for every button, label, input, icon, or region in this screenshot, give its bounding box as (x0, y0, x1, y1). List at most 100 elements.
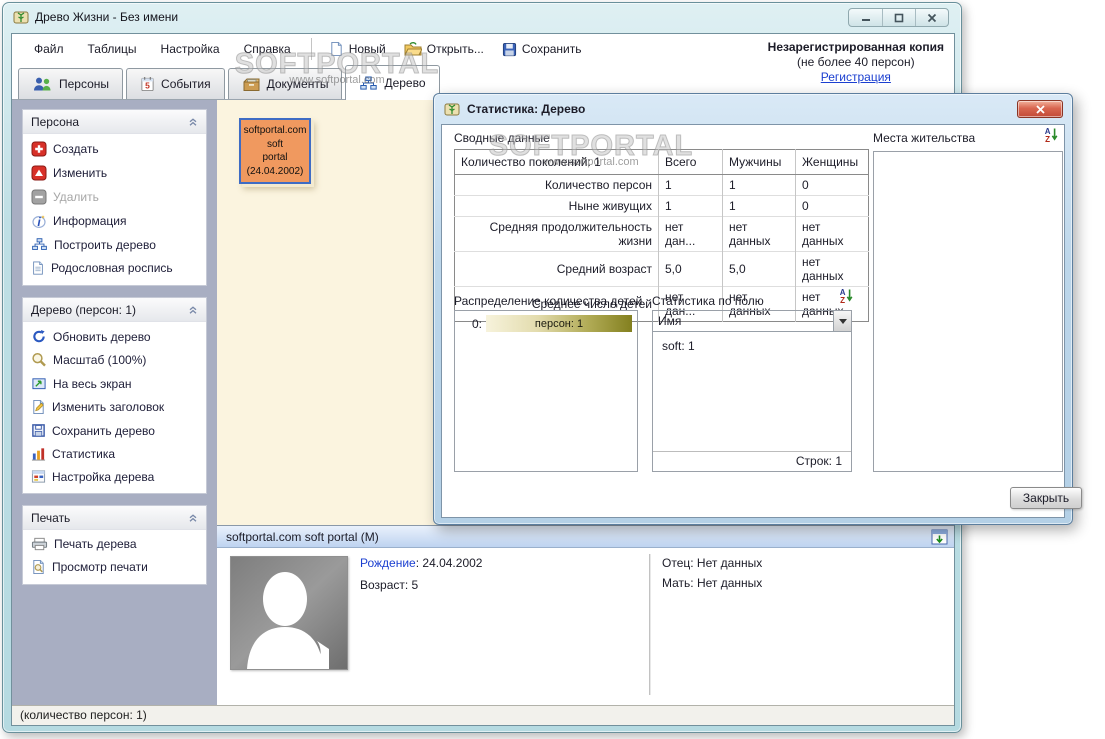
documents-tab-icon (242, 76, 261, 92)
sidebar-item-refresh-tree[interactable]: Обновить дерево (23, 325, 206, 348)
field-values-list[interactable]: soft: 1 (653, 332, 851, 451)
dialog-titlebar[interactable]: Статистика: Дерево (434, 94, 1072, 124)
sidebar-item-tree-settings[interactable]: Настройка дерева (23, 465, 206, 488)
sidebar-item-fullscreen[interactable]: На весь экран (23, 372, 206, 395)
row-label: Ныне живущих (454, 195, 659, 217)
minimize-icon (861, 13, 871, 22)
generations-header: Количество поколений: 1 (454, 149, 659, 175)
collapse-chevron-icon[interactable] (188, 513, 198, 523)
row-label: Средний возраст (454, 251, 659, 287)
field-dropdown[interactable]: Имя (653, 311, 851, 332)
distribution-row[interactable]: 0: персон: 1 (460, 315, 632, 332)
sidebar-item-edit[interactable]: Изменить (23, 161, 206, 185)
sidebar-item-delete[interactable]: Удалить (23, 185, 206, 209)
menu-tables[interactable]: Таблицы (76, 38, 149, 60)
new-button[interactable]: Новый (320, 38, 395, 60)
sidebar-item-zoom[interactable]: Масштаб (100%) (23, 348, 206, 372)
tab-documents[interactable]: Документы (227, 68, 343, 99)
persons-tab-icon (32, 76, 53, 92)
table-row: Ныне живущих 1 1 0 (454, 195, 869, 217)
collapse-chevron-icon[interactable] (188, 117, 198, 127)
birth-line: Рождение: 24.04.2002 (360, 556, 482, 570)
tree-node-line: portal (262, 152, 288, 163)
tab-tree[interactable]: Дерево (345, 65, 440, 100)
summary-header-row: Количество поколений: 1 Всего Мужчины Же… (454, 149, 869, 175)
cell: 1 (658, 174, 723, 196)
sidebar-item-refresh-tree-label: Обновить дерево (53, 329, 151, 344)
desktop: Древо Жизни - Без имени Файл Таблицы Нас… (0, 0, 1105, 739)
sort-az-icon[interactable]: AZ (838, 287, 854, 304)
sidebar-group-person: Персона Создать Изменить Удалить i Инфор… (22, 109, 207, 286)
new-document-icon (329, 41, 344, 57)
sidebar-group-tree-header[interactable]: Дерево (персон: 1) (23, 298, 206, 322)
tab-documents-label: Документы (266, 77, 329, 91)
menu-file[interactable]: Файл (22, 38, 76, 60)
sidebar-item-create-label: Создать (53, 142, 99, 156)
tab-persons[interactable]: Персоны (18, 68, 124, 99)
cell: 1 (658, 195, 723, 217)
summary-label: Сводные данные (454, 131, 550, 145)
titlebar[interactable]: Древо Жизни - Без имени (3, 3, 961, 31)
printer-icon (31, 537, 48, 551)
sidebar-item-print-tree[interactable]: Печать дерева (23, 533, 206, 555)
col-total[interactable]: Всего (658, 149, 723, 175)
cell: 1 (722, 195, 796, 217)
sidebar-item-save-tree[interactable]: Сохранить дерево (23, 419, 206, 442)
close-icon (927, 13, 937, 23)
field-statistics-label: Статистика по полю (652, 294, 764, 308)
table-row: Количество персон 1 1 0 (455, 174, 869, 196)
panel-collapse-icon[interactable] (931, 529, 948, 545)
list-item[interactable]: soft: 1 (662, 339, 842, 353)
registration-limit: (не более 40 персон) (797, 55, 915, 69)
table-row: Средняя продолжительность жизни нет дан.… (454, 216, 869, 252)
sidebar-item-delete-label: Удалить (53, 190, 99, 204)
places-listbox[interactable] (873, 151, 1063, 472)
panel-divider (649, 554, 651, 695)
sidebar-item-info[interactable]: i Информация (23, 209, 206, 233)
statistics-icon (31, 446, 46, 461)
sidebar-group-print-title: Печать (31, 510, 71, 525)
close-button[interactable] (915, 9, 948, 26)
col-women[interactable]: Женщины (795, 149, 869, 175)
sidebar-item-print-preview[interactable]: Просмотр печати (23, 555, 206, 579)
minimize-button[interactable] (849, 9, 882, 26)
dropdown-button[interactable] (833, 311, 851, 331)
registration-link[interactable]: Регистрация (821, 70, 891, 84)
sidebar-item-pedigree[interactable]: Родословная роспись (23, 256, 206, 280)
sidebar-group-person-header[interactable]: Персона (23, 110, 206, 134)
save-icon (502, 42, 517, 57)
collapse-chevron-icon[interactable] (188, 305, 198, 315)
sidebar-group-person-title: Персона (31, 114, 80, 129)
menu-settings[interactable]: Настройка (149, 38, 232, 60)
toolbar-separator (310, 38, 312, 60)
col-men[interactable]: Мужчины (722, 149, 796, 175)
sidebar-item-edit-title[interactable]: Изменить заголовок (23, 395, 206, 419)
tab-events[interactable]: 5 События (126, 68, 225, 99)
maximize-button[interactable] (882, 9, 915, 26)
dialog-client: Сводные данные Количество поколений: 1 В… (441, 124, 1082, 518)
tree-node[interactable]: softportal.com soft portal (24.04.2002) (239, 118, 311, 184)
sidebar-group-print-header[interactable]: Печать (23, 506, 206, 530)
dialog-close-button[interactable] (1017, 100, 1063, 118)
open-folder-icon (403, 41, 422, 57)
save-button[interactable]: Сохранить (493, 39, 591, 60)
open-button[interactable]: Открыть... (395, 39, 493, 60)
close-dialog-button[interactable]: Закрыть (1010, 487, 1082, 509)
sidebar-item-edit-title-label: Изменить заголовок (52, 400, 165, 414)
info-icon: i (31, 213, 47, 229)
sort-az-icon[interactable]: AZ (1043, 126, 1059, 143)
tree-tab-icon (359, 76, 378, 91)
row-label: Количество персон (544, 178, 652, 192)
tab-tree-label: Дерево (384, 76, 426, 90)
svg-text:5: 5 (145, 81, 150, 91)
sidebar-item-statistics[interactable]: Статистика (23, 442, 206, 465)
sidebar-item-create[interactable]: Создать (23, 137, 206, 161)
menu-help[interactable]: Справка (232, 38, 303, 60)
tab-events-label: События (161, 77, 211, 91)
save-button-label: Сохранить (521, 42, 582, 56)
mother-line: Мать: Нет данных (662, 576, 763, 590)
statistics-dialog: Статистика: Дерево Сводные данные Количе… (433, 93, 1082, 525)
sidebar-item-build-tree[interactable]: Построить дерево (23, 233, 206, 256)
birth-label[interactable]: Рождение (360, 556, 416, 570)
sidebar-item-build-tree-label: Построить дерево (54, 237, 156, 252)
